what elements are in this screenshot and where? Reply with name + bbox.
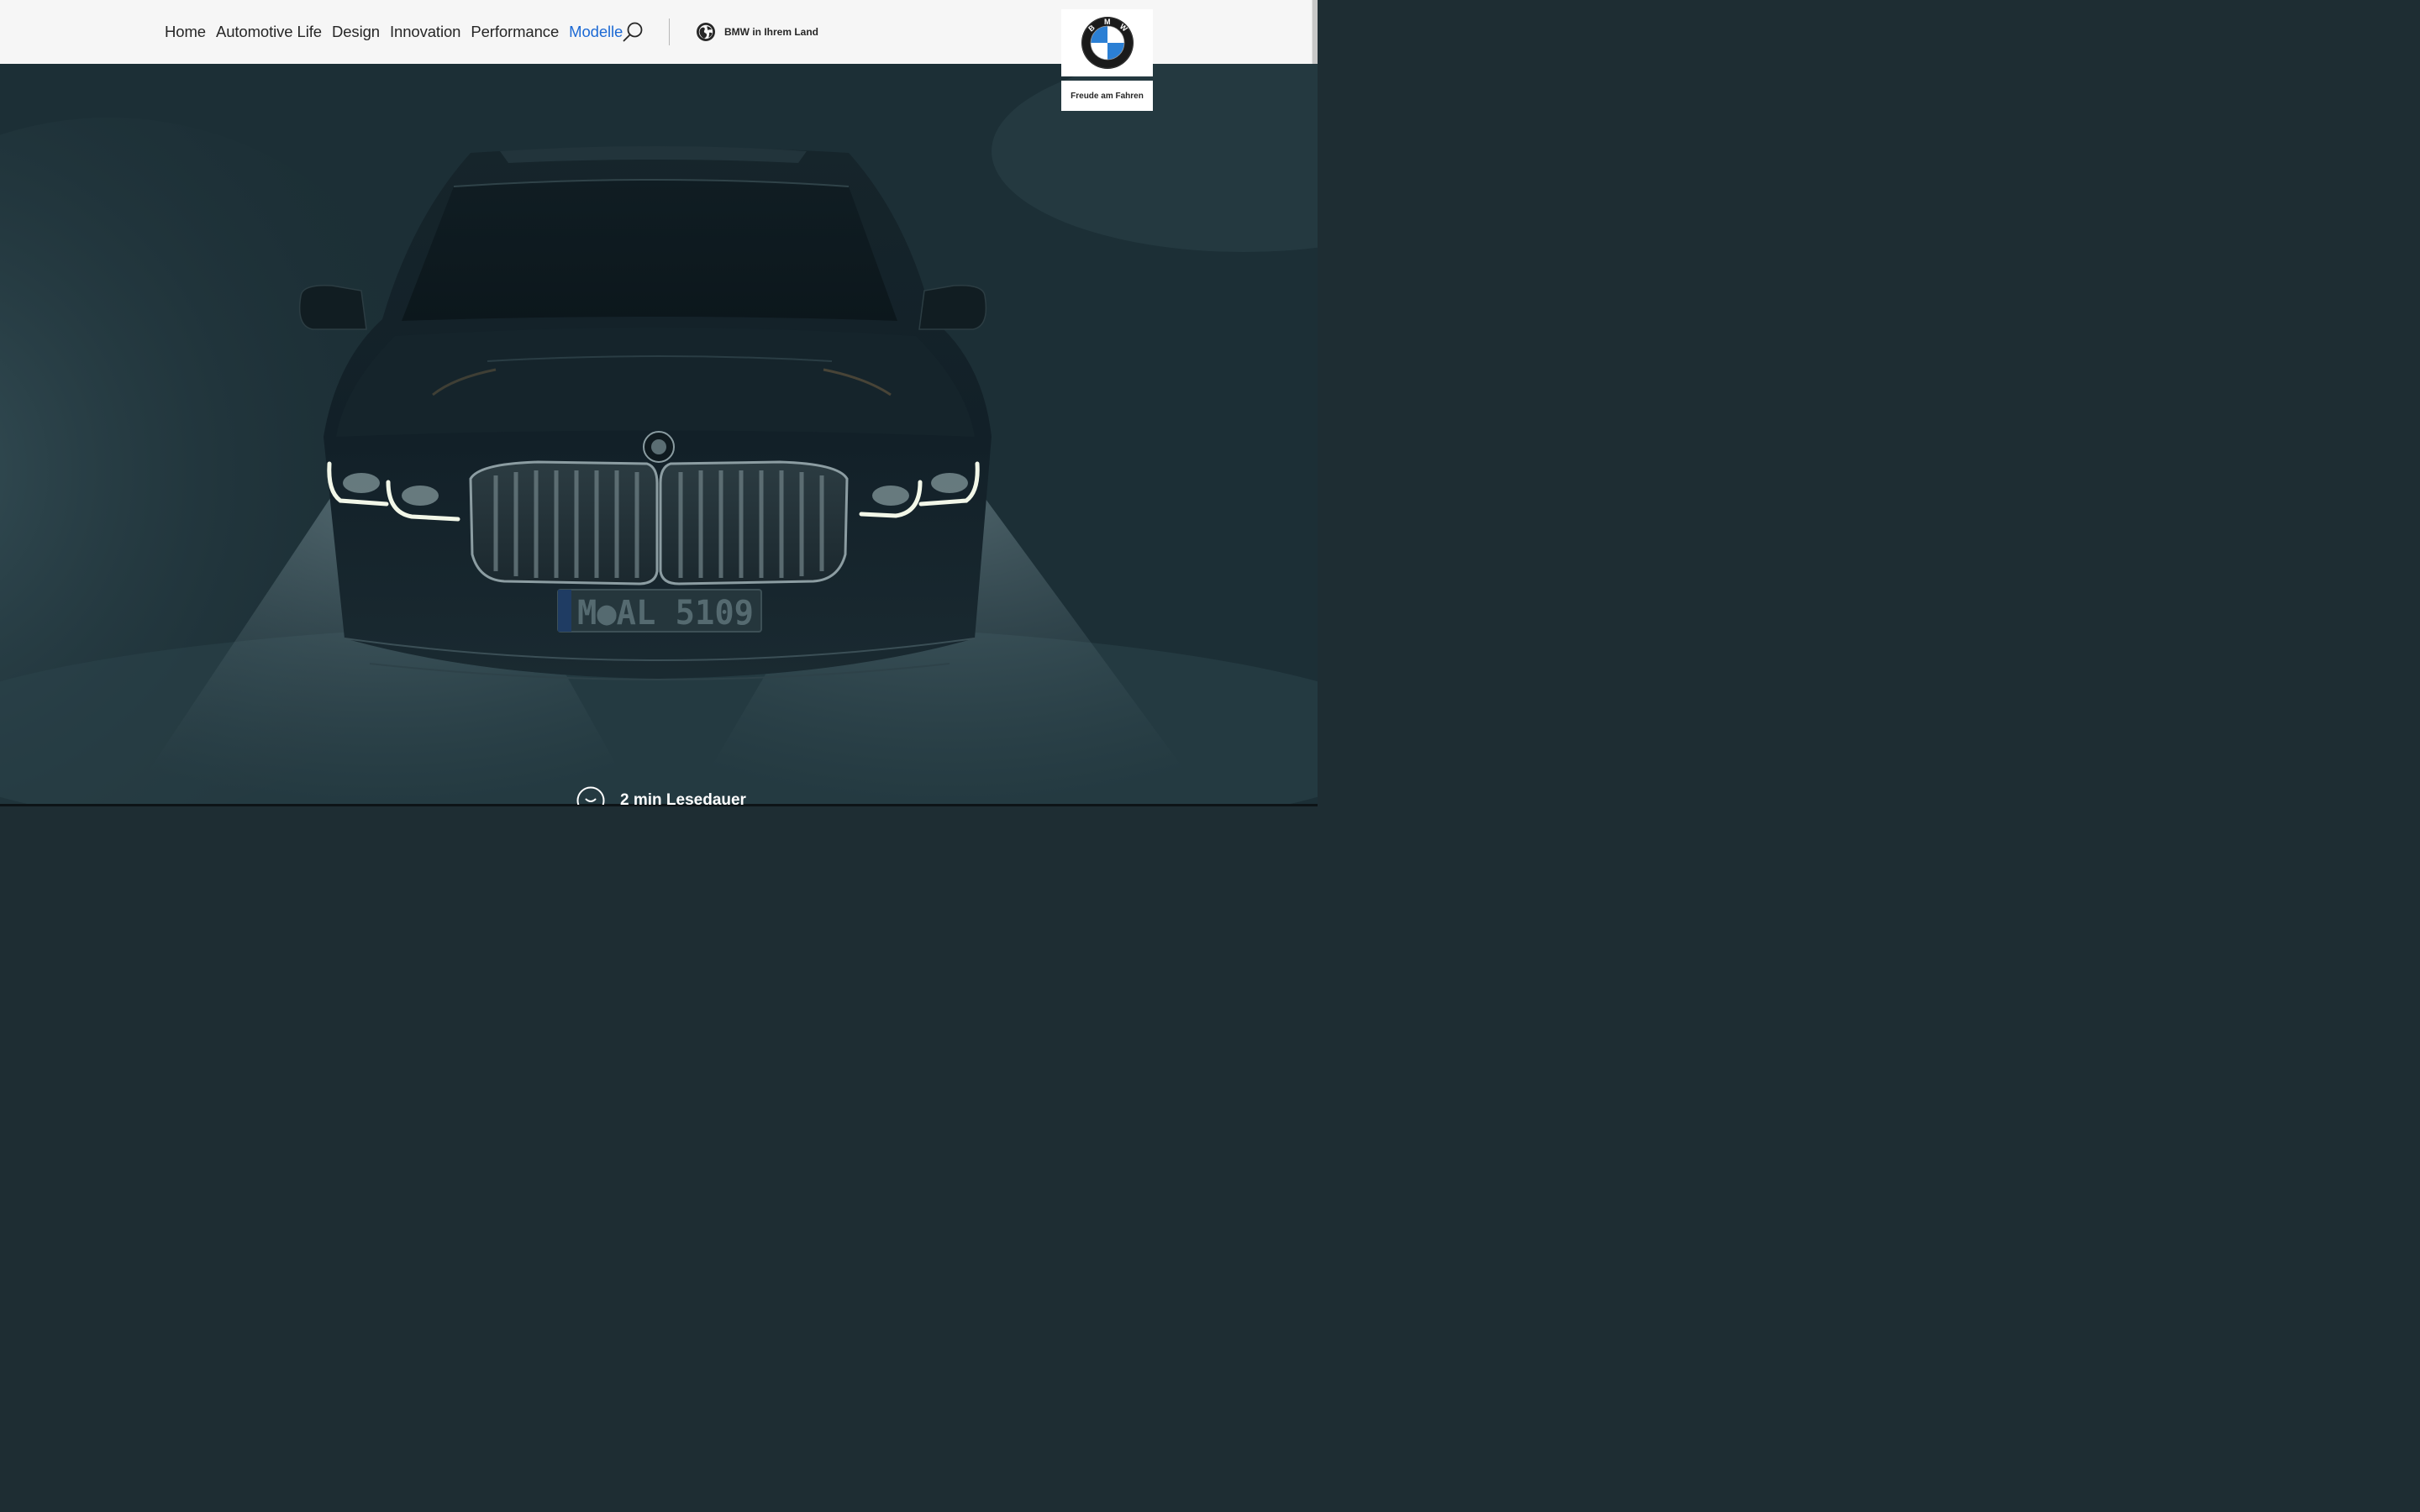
country-selector[interactable]: BMW in Ihrem Land <box>696 21 818 43</box>
nav-item-innovation[interactable]: Innovation <box>390 23 460 41</box>
globe-icon <box>697 23 715 41</box>
reading-time-label: 2 min Lesedauer <box>620 791 746 805</box>
license-plate-text: M●AL 5109 <box>577 594 754 633</box>
nav-item-home[interactable]: Home <box>165 23 206 41</box>
hero-car-image: M●AL 5109 <box>0 64 1318 805</box>
brand-tagline: Freude am Fahren <box>1071 91 1144 101</box>
reading-time: 2 min Lesedauer <box>576 786 746 805</box>
tagline-box: Freude am Fahren <box>1061 81 1153 111</box>
scrollbar[interactable] <box>1312 0 1318 64</box>
country-label: BMW in Ihrem Land <box>724 26 818 38</box>
nav-divider <box>669 18 670 45</box>
search-icon[interactable] <box>622 21 644 43</box>
bmw-roundel-icon: B M W <box>1081 17 1134 69</box>
main-nav: Home Automotive Life Design Innovation P… <box>165 0 633 64</box>
clock-icon <box>576 786 605 805</box>
nav-item-modelle[interactable]: Modelle <box>569 23 623 41</box>
hero-section: M●AL 5109 2 min Lesedauer <box>0 64 1318 805</box>
nav-item-design[interactable]: Design <box>332 23 380 41</box>
nav-item-performance[interactable]: Performance <box>471 23 559 41</box>
page: Home Automotive Life Design Innovation P… <box>0 0 1318 806</box>
nav-item-automotive-life[interactable]: Automotive Life <box>216 23 322 41</box>
svg-text:M: M <box>1104 18 1111 26</box>
bmw-logo[interactable]: B M W <box>1061 9 1153 76</box>
